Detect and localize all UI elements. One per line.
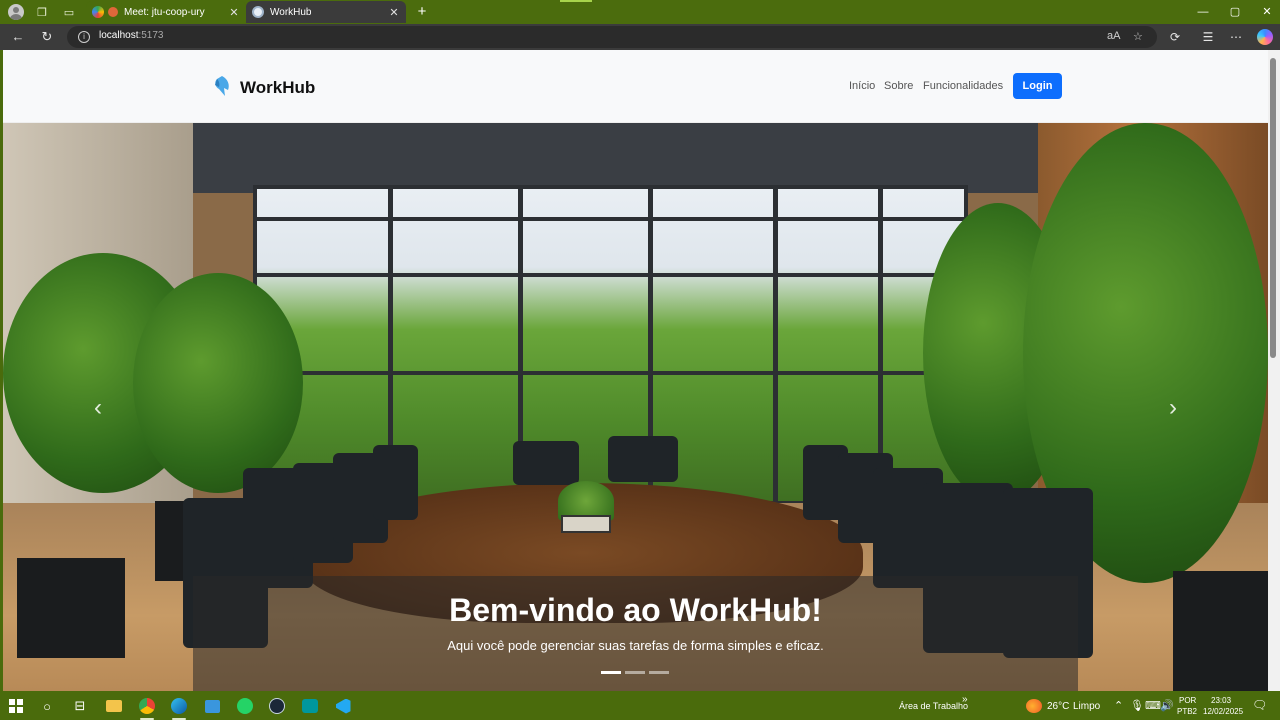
page-viewport: WorkHub Início Sobre Funcionalidades Log… (3, 50, 1268, 691)
tab-actions-icon[interactable]: ▭ (61, 4, 77, 20)
copilot-icon[interactable] (1257, 29, 1273, 45)
tab-close-icon[interactable]: ✕ (228, 6, 240, 19)
window-mullion (773, 185, 778, 505)
address-bar[interactable]: i localhost:5173 aA ☆ (67, 26, 1157, 48)
carousel-indicator[interactable] (649, 671, 669, 674)
network-icon[interactable]: ⌨ (1145, 699, 1161, 712)
window-transom (253, 217, 968, 221)
hero-title: Bem-vindo ao WorkHub! (449, 592, 822, 628)
store-icon[interactable] (203, 697, 221, 715)
site-info-icon[interactable]: i (78, 31, 90, 43)
recording-icon (108, 7, 118, 17)
language-line1[interactable]: POR (1179, 696, 1196, 705)
search-icon[interactable]: ○ (38, 697, 56, 715)
minimize-button[interactable]: — (1186, 2, 1220, 22)
profile-avatar-icon[interactable] (8, 4, 24, 20)
read-aloud-icon[interactable]: aA (1107, 30, 1120, 42)
browser-toolbar: ← ↻ i localhost:5173 aA ☆ ⟳ ☰ ⋯ (0, 24, 1280, 50)
window-transom (253, 273, 968, 277)
table-plant-pot (561, 515, 611, 533)
reload-icon[interactable]: ↻ (38, 28, 56, 46)
plant-left-back (133, 273, 303, 493)
tab-meet[interactable]: Meet: jtu-coop-ury ✕ (86, 1, 246, 23)
weather-icon[interactable] (1026, 699, 1042, 713)
carousel-next-icon[interactable]: › (1158, 393, 1188, 423)
nav-link-funcionalidades[interactable]: Funcionalidades (923, 80, 1003, 92)
hero-image-ceiling (193, 123, 1038, 193)
brand-name[interactable]: WorkHub (240, 78, 315, 98)
favorite-star-icon[interactable]: ☆ (1133, 30, 1143, 43)
meet-favicon-icon (92, 6, 104, 18)
vscode-icon[interactable] (334, 697, 352, 715)
workspaces-icon[interactable]: ❐ (34, 4, 50, 20)
desktop-toolbar-label[interactable]: Área de Trabalho (899, 701, 968, 711)
chrome-icon[interactable] (138, 697, 156, 715)
chair-far (608, 436, 678, 482)
clock-time[interactable]: 23:03 (1211, 696, 1231, 705)
favorites-icon[interactable]: ☰ (1200, 29, 1216, 45)
workhub-logo-icon[interactable] (211, 75, 233, 97)
clock-date[interactable]: 12/02/2025 (1203, 707, 1243, 716)
window-transom (253, 371, 968, 375)
notifications-icon[interactable]: 🗨 (1252, 698, 1267, 712)
url-host: localhost (99, 30, 139, 41)
title-bar-accent (560, 0, 592, 2)
close-window-button[interactable]: ✕ (1250, 2, 1280, 22)
maximize-button[interactable]: ▢ (1218, 2, 1252, 22)
tray-expand-icon[interactable]: ⌃ (1114, 699, 1123, 712)
login-button[interactable]: Login (1013, 73, 1062, 99)
windows-start-icon[interactable] (7, 697, 25, 715)
carousel-indicator[interactable] (625, 671, 645, 674)
edge-icon[interactable] (170, 697, 188, 715)
nav-link-sobre[interactable]: Sobre (884, 80, 913, 92)
chair-far (513, 441, 579, 485)
carousel-indicator[interactable] (601, 671, 621, 674)
extensions-icon[interactable]: ⟳ (1167, 29, 1183, 45)
hero-carousel: ‹ › Bem-vindo ao WorkHub! Aqui você pode… (3, 123, 1268, 691)
arduino-icon[interactable] (301, 697, 319, 715)
workhub-favicon-icon (252, 6, 264, 18)
carousel-prev-icon[interactable]: ‹ (83, 393, 113, 423)
taskbar: ○ ⊟ Área de Trabalho » 26°C Limpo ⌃ 🎙 ⌨ … (0, 691, 1280, 720)
volume-icon[interactable]: 🔊 (1160, 699, 1174, 712)
tab-title: Meet: jtu-coop-ury (124, 6, 205, 18)
file-explorer-icon[interactable] (105, 697, 123, 715)
url-port: :5173 (138, 30, 164, 41)
more-menu-icon[interactable]: ⋯ (1228, 29, 1244, 45)
toolbar-expand-icon[interactable]: » (962, 694, 968, 705)
tab-close-icon[interactable]: ✕ (388, 6, 400, 19)
chair-left (373, 445, 418, 520)
task-view-icon[interactable]: ⊟ (71, 697, 89, 715)
weather-condition[interactable]: Limpo (1073, 701, 1100, 712)
steam-icon[interactable] (268, 697, 286, 715)
browser-tab-bar: ❐ ▭ Meet: jtu-coop-ury ✕ WorkHub ✕ + — ▢… (0, 0, 1280, 24)
nav-link-inicio[interactable]: Início (849, 80, 875, 92)
tab-title: WorkHub (270, 6, 312, 18)
language-line2[interactable]: PTB2 (1177, 707, 1197, 716)
pot-left (17, 558, 125, 658)
whatsapp-icon[interactable] (236, 697, 254, 715)
tab-workhub[interactable]: WorkHub ✕ (246, 1, 406, 23)
weather-temp[interactable]: 26°C (1047, 701, 1069, 712)
site-navbar: WorkHub Início Sobre Funcionalidades Log… (3, 50, 1268, 123)
scrollbar-thumb[interactable] (1270, 58, 1276, 358)
hero-subtitle: Aqui você pode gerenciar suas tarefas de… (447, 638, 824, 653)
pot-right (1173, 571, 1268, 691)
microphone-icon[interactable]: 🎙 (1130, 699, 1144, 712)
back-arrow-icon[interactable]: ← (9, 28, 27, 46)
address-url: localhost:5173 (99, 30, 164, 41)
new-tab-button[interactable]: + (413, 3, 431, 21)
